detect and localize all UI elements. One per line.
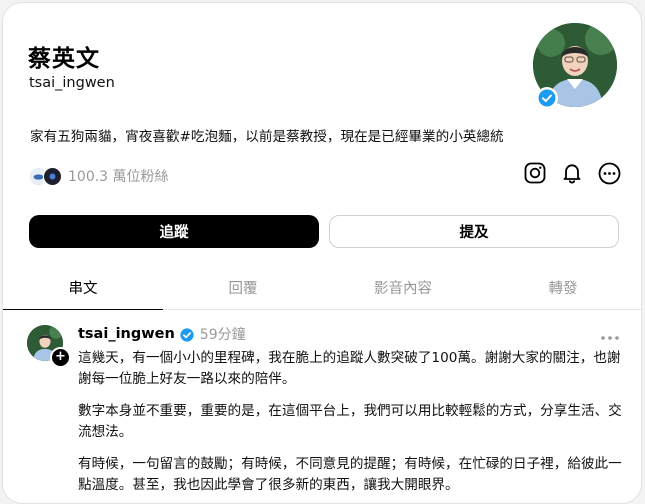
- profile-icon-bar: [523, 161, 621, 185]
- post-header: tsai_ingwen 59分鐘: [78, 324, 246, 344]
- profile-card: 蔡英文 tsai_ingwen 家有五狗兩貓，宵夜喜歡#吃泡麵，以前是蔡教授，現…: [2, 2, 642, 504]
- verified-badge-icon: [180, 327, 194, 342]
- mention-button[interactable]: 提及: [329, 215, 619, 248]
- post-timestamp[interactable]: 59分鐘: [200, 324, 246, 344]
- profile-name: 蔡英文: [28, 46, 100, 72]
- bell-icon[interactable]: [560, 161, 584, 185]
- post-paragraph: 數字本身並不重要，重要的是，在這個平台上，我們可以用比較輕鬆的方式，分享生活、交…: [78, 403, 622, 440]
- post-paragraph: 這幾天，有一個小小的里程碑，我在脆上的追蹤人數突破了100萬。謝謝大家的關注，也…: [78, 350, 621, 387]
- tab-media[interactable]: 影音內容: [323, 265, 483, 309]
- profile-handle: tsai_ingwen: [29, 75, 115, 91]
- tab-reposts[interactable]: 轉發: [483, 265, 641, 309]
- post-paragraph: 有時候，一句留言的鼓勵；有時候，不同意見的提醒；有時候，在忙碌的日子裡，給彼此一…: [78, 456, 622, 493]
- profile-tabs: 串文 回覆 影音內容 轉發: [3, 265, 641, 310]
- profile-bio: 家有五狗兩貓，宵夜喜歡#吃泡麵，以前是蔡教授，現在是已經畢業的小英總統: [30, 129, 504, 145]
- follow-button[interactable]: 追蹤: [29, 215, 319, 248]
- followers-count: 100.3 萬位粉絲: [68, 169, 169, 185]
- verified-badge-icon: [536, 87, 558, 109]
- follow-plus-icon[interactable]: +: [50, 347, 71, 368]
- followers-link[interactable]: 100.3 萬位粉絲: [29, 166, 169, 186]
- more-icon[interactable]: [597, 161, 621, 185]
- post-more-icon[interactable]: [600, 326, 620, 345]
- profile-avatar[interactable]: [533, 23, 617, 109]
- follower-avatar-icon: [43, 166, 62, 186]
- post-text: 這幾天，有一個小小的里程碑，我在脆上的追蹤人數突破了100萬。謝謝大家的關注，也…: [78, 348, 623, 503]
- post-avatar[interactable]: +: [27, 325, 71, 368]
- tab-replies[interactable]: 回覆: [163, 265, 323, 309]
- tab-threads[interactable]: 串文: [3, 265, 163, 310]
- instagram-icon[interactable]: [523, 161, 547, 185]
- post-author[interactable]: tsai_ingwen: [78, 326, 175, 342]
